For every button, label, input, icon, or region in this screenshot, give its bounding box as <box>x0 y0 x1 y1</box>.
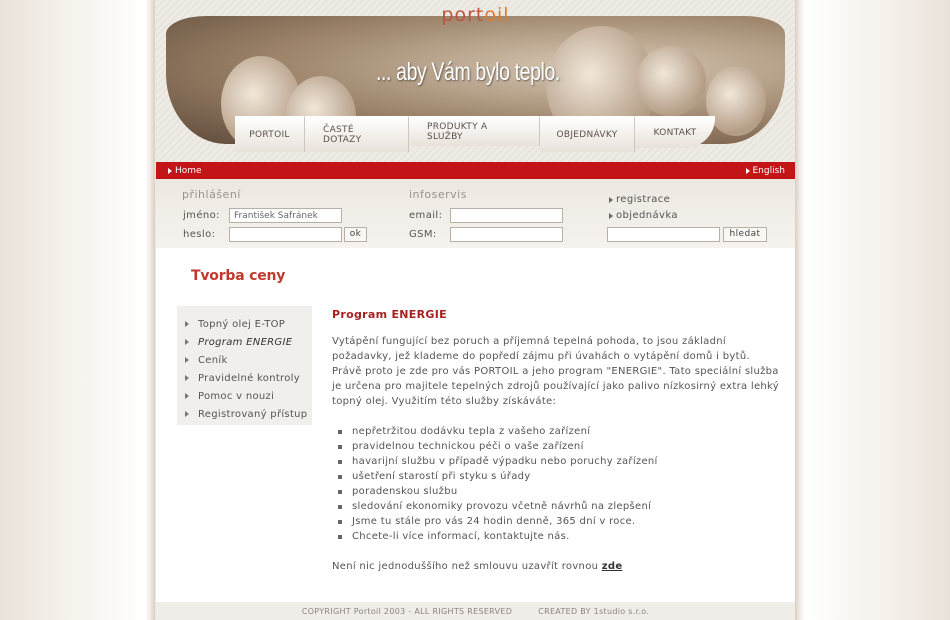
arrow-right-icon <box>185 321 189 327</box>
contract-link[interactable]: zde <box>602 561 623 572</box>
gsm-label: GSM: <box>409 229 437 240</box>
sidebar-item-energie[interactable]: Program ENERGIE <box>177 333 312 351</box>
arrow-right-icon <box>185 393 189 399</box>
order-link-label: objednávka <box>616 210 678 221</box>
arrow-right-icon <box>185 339 189 345</box>
sidebar-item-label: Registrovaný přístup <box>198 408 308 420</box>
logo-text-oil: oil <box>484 4 510 26</box>
arrow-right-icon <box>185 375 189 381</box>
search-input[interactable] <box>607 227 720 242</box>
sidebar-item-cenik[interactable]: Ceník <box>177 351 312 369</box>
login-ok-button[interactable]: ok <box>344 227 367 242</box>
logo[interactable]: portoil <box>156 4 795 26</box>
header: ... aby Vám bylo teplo. portoil PORTOIL … <box>156 0 795 162</box>
arrow-right-icon <box>168 167 172 174</box>
benefits-list: nepřetržitou dodávku tepla z vašeho zaří… <box>332 424 782 544</box>
nav-item-orders[interactable]: OBJEDNÁVKY <box>540 116 635 152</box>
arrow-right-icon <box>185 411 189 417</box>
search-button[interactable]: hledat <box>723 227 767 242</box>
footer-credits: CREATED BY 1studio s.r.o. <box>538 606 650 616</box>
nav-item-portoil[interactable]: PORTOIL <box>235 116 305 152</box>
sidebar-item-label: Topný olej E-TOP <box>198 318 286 330</box>
sidebar-item-label: Ceník <box>198 354 228 366</box>
page-title: Tvorba ceny <box>191 268 286 284</box>
email-label: email: <box>409 210 443 221</box>
forms-bar: přihlášení jméno: heslo: ok infoservis e… <box>156 179 795 248</box>
logo-text-port: port <box>441 4 485 26</box>
arrow-right-icon <box>185 357 189 363</box>
english-link-label: English <box>752 165 786 176</box>
nav-item-contact[interactable]: KONTAKT <box>635 116 715 148</box>
arrow-right-icon <box>609 212 613 219</box>
home-link[interactable]: Home <box>168 166 202 176</box>
list-item: pravidelnou technickou péči o vaše zaříz… <box>332 439 782 454</box>
gsm-input[interactable] <box>450 227 563 242</box>
closing-paragraph: Není nic jednoduššího než smlouvu uzavří… <box>332 559 782 574</box>
password-input[interactable] <box>229 227 342 242</box>
content-intro: Vytápění fungující bez poruch a příjemná… <box>332 336 780 407</box>
list-item: Chcete-li více informací, kontaktujte ná… <box>332 529 782 544</box>
nav-item-faq[interactable]: ČASTÉ DOTAZY <box>305 116 409 152</box>
list-item: ušetření starostí při styku s úřady <box>332 469 782 484</box>
main-nav: PORTOIL ČASTÉ DOTAZY PRODUKTY A SLUŽBY O… <box>235 116 715 152</box>
footer: COPYRIGHT Portoil 2003 - ALL RIGHTS RESE… <box>156 602 795 620</box>
sidebar-item-pomoc[interactable]: Pomoc v nouzi <box>177 387 312 405</box>
name-input[interactable] <box>229 208 342 223</box>
top-link-bar: Home English <box>156 162 795 179</box>
sidebar-item-etop[interactable]: Topný olej E-TOP <box>177 315 312 333</box>
list-item: havarijní službu v případě výpadku nebo … <box>332 454 782 469</box>
name-label: jméno: <box>183 210 220 221</box>
list-item: nepřetržitou dodávku tepla z vašeho zaří… <box>332 424 782 439</box>
login-heading: přihlášení <box>182 188 241 201</box>
list-item: Jsme tu stále pro vás 24 hodin denně, 36… <box>332 514 782 529</box>
sidebar-item-registrovany[interactable]: Registrovaný přístup <box>177 405 312 423</box>
infoservis-heading: infoservis <box>409 188 467 201</box>
sidebar-item-label: Pravidelné kontroly <box>198 372 300 384</box>
home-link-label: Home <box>175 165 202 176</box>
closing-text: Není nic jednoduššího než smlouvu uzavří… <box>332 561 599 572</box>
english-link[interactable]: English <box>745 165 786 176</box>
email-input[interactable] <box>450 208 563 223</box>
password-label: heslo: <box>183 229 216 240</box>
sidebar-menu: Topný olej E-TOP Program ENERGIE Ceník P… <box>177 306 312 425</box>
registration-link-label: registrace <box>616 194 671 205</box>
sidebar-item-kontroly[interactable]: Pravidelné kontroly <box>177 369 312 387</box>
list-item: sledování ekonomiky provozu včetně návrh… <box>332 499 782 514</box>
main-content: Program ENERGIE Vytápění fungující bez p… <box>332 306 782 589</box>
nav-item-products[interactable]: PRODUKTY A SLUŽBY <box>409 116 540 146</box>
footer-copyright: COPYRIGHT Portoil 2003 - ALL RIGHTS RESE… <box>301 606 513 616</box>
sidebar-item-label: Program ENERGIE <box>198 336 293 348</box>
registration-link[interactable]: registrace <box>609 194 670 205</box>
list-item: poradenskou službu <box>332 484 782 499</box>
order-link[interactable]: objednávka <box>609 210 678 221</box>
header-slogan: ... aby Vám bylo teplo. <box>376 58 560 86</box>
arrow-right-icon <box>609 196 613 203</box>
content-heading: Program ENERGIE <box>332 308 447 321</box>
sidebar-item-label: Pomoc v nouzi <box>198 390 275 402</box>
arrow-right-icon <box>745 167 750 174</box>
page: ... aby Vám bylo teplo. portoil PORTOIL … <box>156 0 795 620</box>
